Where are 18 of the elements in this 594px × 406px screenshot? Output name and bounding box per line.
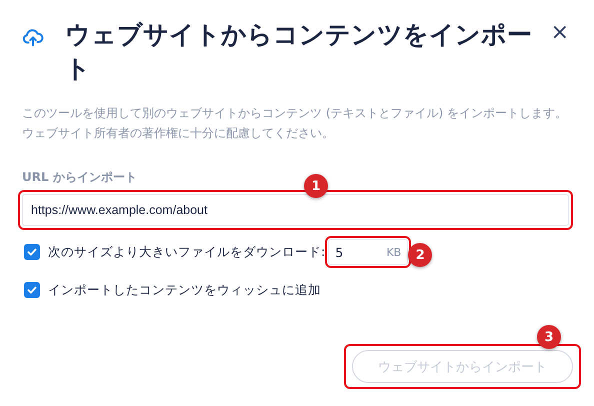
checkmark-icon (26, 284, 38, 296)
checkbox-label: 次のサイズより大きいファイルをダウンロード: (48, 244, 326, 260)
checkmark-icon (26, 246, 38, 258)
dialog-title: ウェブサイトからコンテンツをインポート (65, 19, 533, 85)
size-input-field[interactable]: 5 KB (328, 239, 408, 265)
field-label: URL からインポート (22, 169, 137, 186)
unit-label: KB (386, 246, 402, 258)
annotation-badge: 3 (537, 325, 561, 349)
annotation-badge: 1 (304, 174, 328, 198)
checkbox[interactable] (24, 282, 40, 298)
cloud-upload-icon (22, 26, 44, 48)
description-text: このツールを使用して別のウェブサイトからコンテンツ (テキストとファイル) をインポートします。ウェブサイト所有者の著作権に十分に配慮してください。 (22, 105, 568, 142)
url-input-field[interactable]: https://www.example.com/about (22, 194, 569, 226)
checkbox-label: インポートしたコンテンツをウィッシュに追加 (48, 282, 321, 298)
close-button[interactable]: × (546, 20, 573, 45)
annotation-badge: 2 (408, 243, 432, 267)
checkbox[interactable] (24, 244, 40, 260)
size-value: 5 (335, 244, 344, 260)
